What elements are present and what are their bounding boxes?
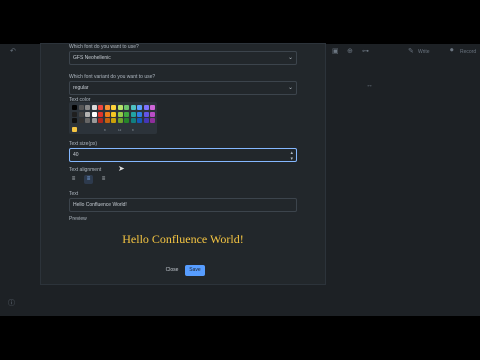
drag-handle-icon[interactable]: ↔ — [366, 82, 373, 89]
text-style-modal: Which font do you want to use? GFS Neohe… — [41, 44, 325, 284]
align-right-icon[interactable]: ≡ — [99, 175, 108, 184]
color-swatch[interactable] — [143, 111, 149, 117]
close-button[interactable]: Close — [165, 265, 179, 276]
color-swatch[interactable] — [104, 105, 110, 110]
variant-select-value: regular — [73, 85, 89, 91]
color-swatch[interactable] — [137, 105, 142, 110]
color-swatch[interactable] — [98, 118, 103, 123]
font-question-label: Which font do you want to use? — [69, 44, 139, 50]
insert-icon[interactable]: ▣ — [332, 47, 339, 55]
help-icon[interactable]: ⓘ — [8, 298, 15, 308]
color-swatch[interactable] — [143, 118, 149, 123]
color-palette: 8 12 8 — [69, 102, 157, 134]
color-swatch[interactable] — [72, 111, 77, 117]
color-swatch[interactable] — [104, 111, 110, 117]
mouse-cursor-icon: ➤ — [118, 164, 125, 173]
text-input[interactable]: Hello Confluence World! — [69, 198, 297, 212]
color-swatch[interactable] — [130, 111, 136, 117]
stepper-icon[interactable]: ▴ ▾ — [290, 150, 293, 162]
align-left-icon[interactable]: ≡ — [69, 175, 78, 184]
color-swatch[interactable] — [150, 118, 155, 123]
align-center-icon[interactable]: ≡ — [84, 175, 93, 184]
color-swatch[interactable] — [124, 105, 129, 110]
font-select-value: GFS Neohellenic — [73, 55, 111, 61]
selected-color-swatch[interactable] — [72, 127, 77, 132]
palette-label: 8 — [104, 128, 106, 132]
color-swatch[interactable] — [150, 111, 155, 117]
color-swatch[interactable] — [91, 118, 97, 123]
preview-text: Hello Confluence World! — [122, 232, 244, 246]
color-swatch[interactable] — [98, 105, 103, 110]
variant-question-label: Which font variant do you want to use? — [69, 74, 156, 80]
color-swatch[interactable] — [111, 105, 116, 110]
write-label[interactable]: Write — [418, 49, 430, 55]
color-swatch[interactable] — [117, 105, 123, 110]
text-alignment-label: Text alignment — [69, 167, 102, 173]
plus-icon[interactable]: ⊕ — [347, 47, 353, 55]
color-swatch[interactable] — [117, 118, 123, 123]
write-icon[interactable]: ✎ — [408, 47, 414, 55]
color-swatch[interactable] — [143, 105, 149, 110]
color-swatch[interactable] — [91, 111, 97, 117]
text-label: Text — [69, 191, 79, 197]
chevron-down-icon: ⌄ — [287, 85, 293, 91]
palette-label: 8 — [132, 128, 134, 132]
text-size-value: 40 — [73, 152, 79, 158]
text-size-input[interactable]: 40 ▴ ▾ — [69, 148, 297, 162]
color-swatch[interactable] — [78, 111, 84, 117]
variant-select[interactable]: regular ⌄ — [69, 81, 297, 95]
color-swatch[interactable] — [104, 118, 110, 123]
undo-icon[interactable]: ↶ — [10, 47, 16, 55]
text-size-label: Text size(px) — [69, 141, 98, 147]
color-swatch[interactable] — [137, 118, 142, 123]
font-select[interactable]: GFS Neohellenic ⌄ — [69, 51, 297, 65]
color-swatch[interactable] — [130, 118, 136, 123]
color-swatch[interactable] — [137, 111, 142, 117]
chevron-down-icon: ⌄ — [287, 55, 293, 61]
color-swatch[interactable] — [130, 105, 136, 110]
color-swatch[interactable] — [111, 118, 116, 123]
color-swatch[interactable] — [91, 105, 97, 110]
color-swatch[interactable] — [98, 111, 103, 117]
color-swatch[interactable] — [124, 118, 129, 123]
color-swatch[interactable] — [85, 118, 90, 123]
record-label[interactable]: Record — [460, 49, 476, 55]
color-swatch[interactable] — [117, 111, 123, 117]
color-swatch[interactable] — [85, 111, 90, 117]
color-swatch[interactable] — [78, 105, 84, 110]
link-icon[interactable]: ⊶ — [362, 47, 369, 55]
color-swatch[interactable] — [78, 118, 84, 123]
color-swatch[interactable] — [124, 111, 129, 117]
save-button[interactable]: Save — [185, 265, 205, 276]
color-swatch[interactable] — [85, 105, 90, 110]
text-input-value: Hello Confluence World! — [73, 202, 127, 208]
color-swatch[interactable] — [72, 118, 77, 123]
color-swatch[interactable] — [72, 105, 77, 110]
record-icon[interactable]: ⏺ — [450, 47, 454, 55]
color-swatch[interactable] — [111, 111, 116, 117]
preview-label: Preview — [69, 216, 87, 222]
palette-label: 12 — [118, 128, 122, 132]
color-swatch[interactable] — [150, 105, 155, 110]
